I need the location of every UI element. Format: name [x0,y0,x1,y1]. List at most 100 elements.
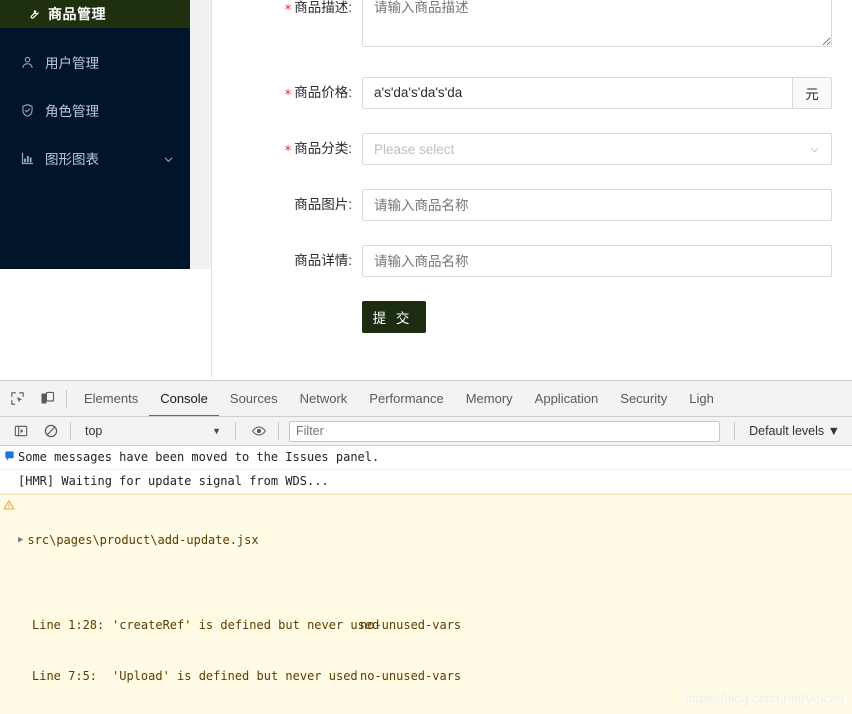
tab-network[interactable]: Network [289,381,359,416]
tab-sources[interactable]: Sources [219,381,289,416]
console-message-text: Some messages have been moved to the Iss… [18,450,380,464]
console-message-warning: ▶ src\pages\product\add-update.jsx Line … [0,494,852,714]
form-row-category: * 商品分类: Please select [212,133,832,165]
form-control-description [362,0,832,52]
warning-file-path: src\pages\product\add-update.jsx [27,533,259,547]
tab-security[interactable]: Security [609,381,678,416]
required-mark: * [284,3,292,18]
form-row-submit: 提 交 [212,301,426,333]
image-input[interactable] [362,189,832,221]
live-expression-eye-icon[interactable] [246,418,272,444]
warning-body: ▶ src\pages\product\add-update.jsx Line … [18,498,852,714]
issues-panel-icon [0,449,18,461]
console-filter-input[interactable] [289,420,721,442]
chevron-down-icon: ▼ [212,426,221,436]
toolbar-divider [66,389,67,408]
expand-triangle-icon[interactable]: ▶ [18,532,23,549]
form-label-detail: 商品详情: [212,245,362,277]
warning-line-rule: no-unused-vars [360,618,462,632]
tab-console[interactable]: Console [149,381,219,416]
content-gutter [190,0,211,269]
browser-viewport: 商品管理 用户管理 角色管理 图形图表 * 商品描述: 请输入商品描述 * 商品… [0,0,852,380]
form-row-image: 商品图片: [212,189,832,221]
clear-console-icon[interactable] [38,418,64,444]
warning-line-location: Line 7:5: [32,669,98,683]
detail-input[interactable] [362,245,832,277]
form-control-submit: 提 交 [362,301,426,333]
app-root: 商品管理 用户管理 角色管理 图形图表 * 商品描述: 请输入商品描述 * 商品… [0,0,852,714]
device-toolbar-icon[interactable] [34,386,60,412]
console-messages: Some messages have been moved to the Iss… [0,446,852,714]
console-toolbar-divider [70,422,71,440]
tab-lighthouse[interactable]: Ligh [678,381,725,416]
chevron-down-icon [809,144,820,155]
sidebar-item-user-management[interactable]: 用户管理 [0,42,190,82]
sidebar-header-title: 商品管理 [48,6,106,22]
tab-performance[interactable]: Performance [358,381,454,416]
form-control-image [362,189,832,221]
console-message-info: Some messages have been moved to the Iss… [0,446,852,470]
devtools-tabbar: Elements Console Sources Network Perform… [0,381,852,417]
sidebar-menu: 用户管理 角色管理 图形图表 [0,28,190,178]
form-control-category: Please select [362,133,832,165]
submit-button[interactable]: 提 交 [362,301,426,333]
warning-line-text: 'createRef' is defined but never used [112,618,380,632]
log-levels-dropdown[interactable]: Default levels ▼ [741,424,848,438]
form-row-detail: 商品详情: [212,245,832,277]
product-form-card: *商品描述: *商品价格: a's'da's'da's'da 元 [211,0,852,378]
console-message-text: [HMR] Waiting for update signal from WDS… [18,474,329,488]
shield-check-icon [20,103,35,118]
chevron-down-icon[interactable] [163,153,174,164]
bar-chart-icon [20,151,35,166]
form-label-text: 商品图片: [294,197,352,212]
price-unit-addon: 元 [792,77,832,109]
description-textarea[interactable] [362,0,832,47]
price-input[interactable]: a's'da's'da's'da [362,77,792,109]
console-toolbar-divider-3 [278,422,279,440]
console-toolbar-divider-4 [734,422,736,440]
form-control-price: a's'da's'da's'da 元 [362,77,832,109]
price-input-group: a's'da's'da's'da 元 [362,77,832,109]
wrench-icon [26,7,40,21]
required-mark: * [284,88,292,103]
tab-application[interactable]: Application [524,381,610,416]
warning-line: Line 1:28: 'createRef' is defined but ne… [32,617,852,634]
warning-line: Line 7:5: 'Upload' is defined but never … [32,668,852,685]
category-select-placeholder: Please select [374,141,455,157]
required-mark: * [284,144,292,159]
sidebar-item-charts[interactable]: 图形图表 [0,138,190,178]
form-label-text: 商品描述: [294,0,352,15]
sidebar-header[interactable]: 商品管理 [0,0,190,28]
log-levels-label: Default levels [749,424,825,438]
sidebar-item-label: 图形图表 [45,152,99,167]
form-row-description: * 商品描述: [212,0,832,52]
warning-line-location: Line 1:28: [32,618,105,632]
sidebar-item-role-management[interactable]: 角色管理 [0,90,190,130]
console-message-hmr: [HMR] Waiting for update signal from WDS… [0,470,852,494]
console-toolbar: top ▼ Default levels ▼ [0,417,852,446]
console-toolbar-divider-2 [235,422,236,440]
execution-context-select[interactable]: top ▼ [77,421,229,442]
tab-memory[interactable]: Memory [455,381,524,416]
message-gutter [0,473,18,474]
execution-context-value: top [85,424,103,438]
form-control-detail [362,245,832,277]
form-row-price: * 商品价格: a's'da's'da's'da 元 [212,77,832,109]
console-sidebar-icon[interactable] [8,418,34,444]
form-label-category: * 商品分类: [212,133,362,165]
chevron-down-icon: ▼ [827,424,840,438]
sidebar-item-label: 角色管理 [45,104,99,119]
sidebar-item-label: 用户管理 [45,56,99,71]
category-select[interactable]: Please select [362,133,832,165]
form-label-image: 商品图片: [212,189,362,221]
form-label-text: 商品分类: [294,141,352,156]
warning-triangle-icon [0,498,18,511]
warning-line-rule: no-unused-vars [360,669,462,683]
devtools-panel: Elements Console Sources Network Perform… [0,380,852,714]
user-icon [20,55,35,70]
inspect-element-icon[interactable] [4,386,30,412]
form-label-description: * 商品描述: [212,0,362,24]
tab-elements[interactable]: Elements [73,381,149,416]
form-label-text: 商品价格: [294,85,352,100]
warning-header[interactable]: ▶ src\pages\product\add-update.jsx [18,532,852,549]
